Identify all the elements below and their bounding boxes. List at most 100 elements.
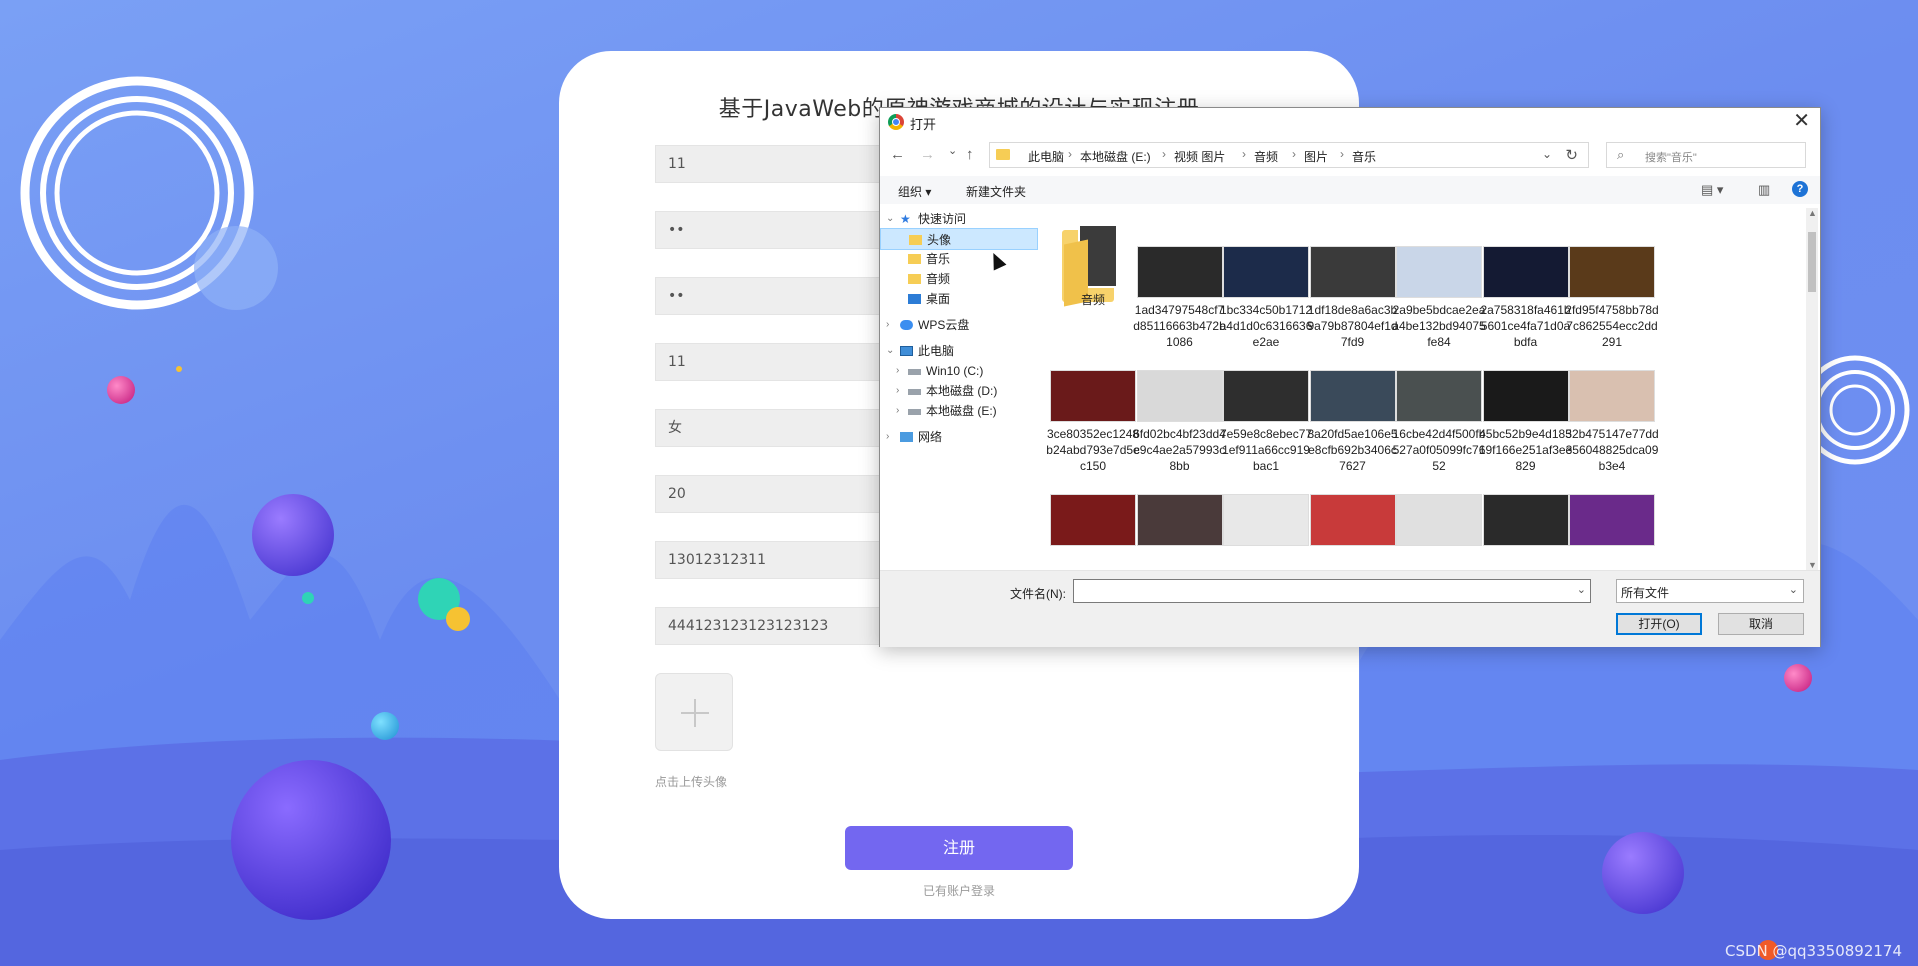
back-icon[interactable]: ← — [890, 146, 905, 163]
close-icon[interactable]: ✕ — [1793, 110, 1810, 132]
image-thumbnail — [1050, 370, 1136, 422]
tree-item-label: 网络 — [918, 430, 943, 444]
open-button[interactable]: 打开(O) — [1616, 613, 1702, 635]
register-button[interactable]: 注册 — [845, 826, 1073, 870]
tree-item-label: 音乐 — [926, 252, 951, 266]
image-tile[interactable] — [1223, 458, 1309, 570]
yellow-ball — [446, 607, 470, 631]
image-tile[interactable] — [1050, 458, 1136, 570]
file-type-select[interactable]: 所有文件 ⌄ — [1616, 579, 1804, 603]
cancel-button[interactable]: 取消 — [1718, 613, 1804, 635]
chevron-down-icon[interactable]: ⌄ — [886, 208, 894, 230]
scrollbar-thumb[interactable] — [1808, 232, 1816, 292]
image-tile[interactable] — [1396, 458, 1482, 570]
dialog-titlebar: 打开 ✕ — [880, 108, 1820, 136]
help-icon[interactable]: ? — [1792, 181, 1808, 197]
tree-item[interactable]: 音频 — [880, 268, 1038, 290]
image-tile[interactable]: 2fd95f4758bb78d7c862554ecc2dd291 — [1565, 210, 1659, 349]
tree-item[interactable]: ⌄ ★ 快速访问 — [880, 208, 1038, 230]
breadcrumb-video-images[interactable]: 视频 图片 — [1174, 148, 1225, 165]
chevron-down-icon[interactable]: ⌄ — [886, 340, 894, 362]
image-thumbnail — [1223, 246, 1309, 298]
large-purple-ball — [231, 760, 391, 920]
folder-icon — [996, 149, 1010, 160]
image-tile[interactable]: 16cbe42d4f500fb527a0f05099fc7652 — [1393, 334, 1485, 473]
folder-icon — [908, 274, 921, 284]
filename-input[interactable]: ⌄ — [1073, 579, 1591, 603]
image-tile[interactable] — [1482, 458, 1569, 570]
green-dot — [302, 592, 314, 604]
image-thumbnail — [1569, 494, 1655, 546]
chevron-right-icon[interactable]: › — [896, 400, 899, 422]
organize-button[interactable]: 组织 ▾ — [898, 183, 931, 200]
tree-item-label: 快速访问 — [918, 212, 967, 226]
breadcrumb-this-pc[interactable]: 此电脑 — [1028, 148, 1064, 165]
file-grid: 音频 1ad34797548cf7d85116663b472b1086 1bc334… — [1044, 204, 1804, 570]
image-tile[interactable]: 3ce80352ec1248b24abd793e7d5ec150 — [1046, 334, 1140, 473]
new-folder-button[interactable]: 新建文件夹 — [966, 183, 1026, 200]
folder-tile[interactable]: 音频 — [1050, 210, 1136, 328]
tree-item-label: WPS云盘 — [918, 318, 970, 332]
chevron-right-icon[interactable]: › — [896, 360, 899, 382]
image-thumbnail — [1309, 370, 1396, 422]
avatar-upload-button[interactable] — [655, 673, 733, 751]
tree-item[interactable]: 音乐 — [880, 248, 1038, 270]
breadcrumb-drive-e[interactable]: 本地磁盘 (E:) — [1080, 148, 1151, 165]
tree-item[interactable]: › 网络 — [880, 426, 1038, 448]
image-tile[interactable]: 45bc52b9e4d18319f166e251af3ee829 — [1479, 334, 1572, 473]
image-tile[interactable] — [1136, 458, 1223, 570]
image-tile[interactable]: 1df18de8a6ac3b9a79b87804ef1d7fd9 — [1307, 210, 1398, 349]
chevron-down-icon[interactable]: ⌄ — [1542, 147, 1552, 161]
preview-pane-icon[interactable]: ▥ — [1758, 182, 1770, 198]
image-thumbnail — [1309, 494, 1396, 546]
image-tile[interactable]: 52b475147e77dd356048825dca09b3e4 — [1565, 334, 1659, 473]
image-tile[interactable]: 2a9be5bdcae2eaa4be132bd94075fe84 — [1392, 210, 1486, 349]
purple-ball — [252, 494, 334, 576]
scroll-up-icon[interactable]: ▲ — [1808, 208, 1817, 218]
login-link[interactable]: 已有账户登录 — [559, 882, 1359, 899]
view-options-icon[interactable]: ▤ ▾ — [1701, 182, 1723, 198]
tree-item[interactable]: › 本地磁盘 (E:) — [880, 400, 1038, 422]
image-tile[interactable]: 1bc334c50b1712a4d1d0c6316636e2ae — [1220, 210, 1312, 349]
breadcrumb-audio[interactable]: 音频 — [1254, 148, 1278, 165]
chevron-right-icon[interactable]: › — [886, 426, 889, 448]
image-tile[interactable]: 7e59e8c8ebec771ef911a66cc919bac1 — [1220, 334, 1312, 473]
navigation-pane: ⌄ ★ 快速访问 头像 音乐 音频 桌面 › WPS云盘 ⌄ 此电脑 › Win10 (C:) › 本地磁盘… — [880, 208, 1040, 568]
pink-ball-right — [1784, 664, 1812, 692]
image-tile[interactable]: 8a20fd5ae106e5e8cfb692b3406c7627 — [1307, 334, 1398, 473]
tree-item-label: 音频 — [926, 272, 951, 286]
tree-item[interactable]: 头像 — [880, 228, 1038, 250]
chevron-down-icon: ⌄ — [1788, 584, 1798, 596]
vertical-scrollbar[interactable]: ▲ ▼ — [1806, 208, 1818, 570]
breadcrumb-images[interactable]: 图片 — [1304, 148, 1328, 165]
image-tile[interactable] — [1569, 458, 1655, 570]
refresh-icon[interactable]: ↻ — [1565, 146, 1578, 164]
image-thumbnail — [1136, 246, 1223, 298]
scroll-down-icon[interactable]: ▼ — [1808, 560, 1817, 570]
star-icon: ★ — [900, 212, 911, 226]
image-tile[interactable]: 2a758318fa461b5601ce4fa71d0abdfa — [1480, 210, 1571, 349]
image-tile[interactable]: 6fd02bc4bf23dd4c9c4ae2a57993c8bb — [1133, 334, 1226, 473]
image-thumbnail — [1136, 370, 1223, 422]
drive-icon — [908, 389, 921, 395]
image-thumbnail — [1050, 494, 1136, 546]
chevron-right-icon[interactable]: › — [886, 314, 889, 336]
breadcrumb-music[interactable]: 音乐 — [1352, 148, 1376, 165]
forward-icon[interactable]: → — [920, 146, 935, 163]
tree-item[interactable]: 桌面 — [880, 288, 1038, 310]
search-box[interactable]: ⌕ 搜索"音乐" — [1606, 142, 1806, 168]
address-bar[interactable]: 此电脑 › 本地磁盘 (E:) › 视频 图片 › 音频 › 图片 › 音乐 ⌄… — [989, 142, 1589, 168]
image-tile[interactable]: 1ad34797548cf7d85116663b472b1086 — [1133, 210, 1226, 349]
tree-item[interactable]: ⌄ 此电脑 — [880, 340, 1038, 362]
image-thumbnail — [1396, 246, 1482, 298]
upload-hint: 点击上传头像 — [655, 775, 728, 789]
up-icon[interactable]: ↑ — [966, 146, 974, 163]
image-tile[interactable] — [1309, 458, 1396, 570]
chevron-down-icon[interactable]: ⌄ — [1577, 583, 1586, 596]
recent-locations-icon[interactable]: ⌄ — [948, 144, 957, 157]
tree-item[interactable]: › WPS云盘 — [880, 314, 1038, 336]
chevron-right-icon[interactable]: › — [896, 380, 899, 402]
desktop-icon — [908, 294, 921, 304]
tree-item[interactable]: › Win10 (C:) — [880, 360, 1038, 382]
tree-item[interactable]: › 本地磁盘 (D:) — [880, 380, 1038, 402]
